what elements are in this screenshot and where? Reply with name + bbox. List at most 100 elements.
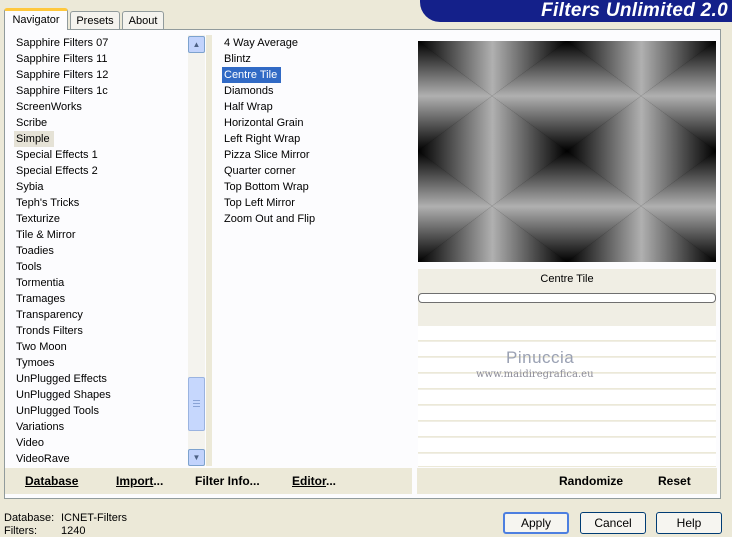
control-slot	[418, 422, 716, 437]
import-button[interactable]: Import...	[116, 474, 163, 488]
filter-item[interactable]: Top Bottom Wrap	[222, 179, 402, 195]
randomize-button[interactable]: Randomize	[559, 474, 623, 488]
category-item[interactable]: UnPlugged Effects	[14, 371, 190, 387]
category-item-label: UnPlugged Shapes	[16, 389, 111, 401]
filter-item[interactable]: Diamonds	[222, 83, 402, 99]
category-item[interactable]: UnPlugged Tools	[14, 403, 190, 419]
category-item-label: Tormentia	[16, 277, 65, 289]
filter-item-label: Pizza Slice Mirror	[224, 149, 310, 161]
category-item[interactable]: Sapphire Filters 07	[14, 35, 190, 51]
category-item[interactable]: Toadies	[14, 243, 190, 259]
reset-button[interactable]: Reset	[658, 474, 691, 488]
category-item-label: Scribe	[16, 117, 48, 129]
app-title: Filters Unlimited 2.0	[541, 0, 728, 21]
filter-item[interactable]: 4 Way Average	[222, 35, 402, 51]
category-item-label: Video	[16, 437, 44, 449]
filter-item-label: Zoom Out and Flip	[224, 213, 316, 225]
filter-item-label: Half Wrap	[224, 101, 273, 113]
category-item[interactable]: Tronds Filters	[14, 323, 190, 339]
watermark-site: www.maidiregrafica.eu	[476, 369, 594, 380]
filter-item[interactable]: Blintz	[222, 51, 402, 67]
category-item-label: UnPlugged Tools	[16, 405, 99, 417]
filter-item[interactable]: Zoom Out and Flip	[222, 211, 402, 227]
filter-item[interactable]: Pizza Slice Mirror	[222, 147, 402, 163]
category-item[interactable]: Tramages	[14, 291, 190, 307]
cancel-button[interactable]: Cancel	[580, 512, 646, 534]
category-scrollbar[interactable]: ▲ ▼	[188, 35, 205, 466]
thumb-grip-line	[193, 403, 200, 404]
category-item[interactable]: VideoRave	[14, 451, 190, 467]
database-button[interactable]: Database	[25, 474, 78, 488]
category-item-label: VideoRave	[16, 453, 70, 465]
category-item[interactable]: ScreenWorks	[14, 99, 190, 115]
filter-item[interactable]: Quarter corner	[222, 163, 402, 179]
category-item-label: Tronds Filters	[16, 325, 83, 337]
control-slot	[418, 438, 716, 453]
preview-image	[418, 41, 716, 262]
category-item[interactable]: Tymoes	[14, 355, 190, 371]
filter-item[interactable]: Left Right Wrap	[222, 131, 402, 147]
category-item-label: Sapphire Filters 12	[16, 69, 109, 81]
filter-item[interactable]: Horizontal Grain	[222, 115, 402, 131]
filter-item[interactable]: Top Left Mirror	[222, 195, 402, 211]
scroll-down-button[interactable]: ▼	[188, 449, 205, 466]
help-button[interactable]: Help	[656, 512, 722, 534]
tab-navigator[interactable]: Navigator	[4, 8, 68, 30]
filter-preview	[418, 41, 716, 262]
category-list[interactable]: Sapphire Filters 07 Sapphire Filters 11 Sa…	[14, 35, 190, 467]
filter-item-label: Centre Tile	[222, 67, 282, 83]
category-item[interactable]: UnPlugged Shapes	[14, 387, 190, 403]
category-item-label: Teph's Tricks	[16, 197, 80, 209]
category-item-label: Texturize	[16, 213, 61, 225]
category-item[interactable]: Tormentia	[14, 275, 190, 291]
category-item[interactable]: Sybia	[14, 179, 190, 195]
category-item[interactable]: Variations	[14, 419, 190, 435]
filter-item-label: Top Left Mirror	[224, 197, 295, 209]
tab-presets[interactable]: Presets	[70, 11, 120, 29]
category-item-label: UnPlugged Effects	[16, 373, 107, 385]
category-item[interactable]: Sapphire Filters 1c	[14, 83, 190, 99]
category-item[interactable]: Tile & Mirror	[14, 227, 190, 243]
category-item-label: Sapphire Filters 07	[16, 37, 109, 49]
category-item-label: ScreenWorks	[16, 101, 82, 113]
category-item[interactable]: Tools	[14, 259, 190, 275]
category-item[interactable]: Two Moon	[14, 339, 190, 355]
category-item[interactable]: Sapphire Filters 11	[14, 51, 190, 67]
category-item[interactable]: Texturize	[14, 211, 190, 227]
thumb-grip-line	[193, 400, 200, 401]
filter-item-label: 4 Way Average	[224, 37, 298, 49]
filter-item[interactable]: Centre Tile	[222, 67, 402, 83]
list-divider	[206, 35, 212, 466]
category-item[interactable]: Scribe	[14, 115, 190, 131]
category-item-label: Tile & Mirror	[16, 229, 76, 241]
category-item-label: Tymoes	[16, 357, 55, 369]
category-item[interactable]: Simple	[14, 131, 190, 147]
filter-item-label: Horizontal Grain	[224, 117, 304, 129]
scroll-thumb[interactable]	[188, 377, 205, 431]
filter-info-button[interactable]: Filter Info...	[195, 474, 260, 488]
editor-button[interactable]: Editor...	[292, 474, 336, 488]
filter-item-label: Left Right Wrap	[224, 133, 301, 145]
category-item-label: Two Moon	[16, 341, 67, 353]
control-slot	[418, 390, 716, 405]
category-item[interactable]: Transparency	[14, 307, 190, 323]
category-item[interactable]: Sapphire Filters 12	[14, 67, 190, 83]
filter-item[interactable]: Half Wrap	[222, 99, 402, 115]
filter-list[interactable]: 4 Way Average Blintz Centre Tile Diamonds Ha…	[222, 35, 402, 227]
category-item[interactable]: Teph's Tricks	[14, 195, 190, 211]
category-item[interactable]: Special Effects 1	[14, 147, 190, 163]
category-item-label: Sapphire Filters 1c	[16, 85, 108, 97]
apply-button[interactable]: Apply	[503, 512, 569, 534]
scroll-up-button[interactable]: ▲	[188, 36, 205, 53]
watermark-name: Pinuccia	[506, 348, 575, 367]
filter-item-label: Top Bottom Wrap	[224, 181, 309, 193]
filters-count-value: 1240	[61, 525, 86, 537]
database-label: Database:	[4, 512, 55, 524]
filter-item-label: Blintz	[224, 53, 251, 65]
category-item-label: Sybia	[16, 181, 44, 193]
category-item-label: Tools	[16, 261, 42, 273]
category-item[interactable]: Special Effects 2	[14, 163, 190, 179]
title-banner: Filters Unlimited 2.0	[420, 0, 732, 22]
tab-about[interactable]: About	[122, 11, 164, 29]
category-item[interactable]: Video	[14, 435, 190, 451]
